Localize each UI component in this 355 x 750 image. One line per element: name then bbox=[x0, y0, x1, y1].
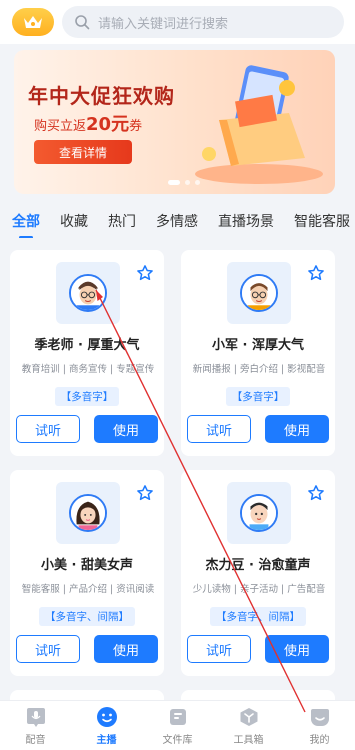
toolbox-icon bbox=[238, 706, 260, 728]
tab-smart-service[interactable]: 智能客服 bbox=[294, 211, 350, 231]
avatar bbox=[240, 274, 278, 312]
category-tabs: 全部 收藏 热门 多情感 直播场景 智能客服 bbox=[0, 204, 355, 238]
try-listen-button[interactable]: 试听 bbox=[16, 415, 80, 443]
use-button[interactable]: 使用 bbox=[265, 415, 329, 443]
banner-pagination bbox=[168, 180, 200, 185]
try-listen-button[interactable]: 试听 bbox=[187, 415, 251, 443]
tab-all[interactable]: 全部 bbox=[12, 211, 40, 231]
avatar bbox=[240, 494, 278, 532]
feature-badge: 【多音字】 bbox=[225, 387, 291, 406]
profile-icon bbox=[309, 706, 331, 728]
feature-badge: 【多音字、间隔】 bbox=[210, 607, 306, 626]
banner-sub-amount: 20元 bbox=[86, 114, 130, 135]
favorite-star-icon[interactable] bbox=[136, 264, 154, 282]
voice-name: 杰力豆 · 治愈童声 bbox=[205, 558, 311, 573]
voice-tags: 智能客服 | 产品介绍 | 资讯阅读 bbox=[21, 584, 155, 595]
tab-live[interactable]: 直播场景 bbox=[218, 211, 274, 231]
vip-crown-button[interactable] bbox=[12, 8, 54, 36]
favorite-star-icon[interactable] bbox=[307, 484, 325, 502]
avatar-frame bbox=[227, 482, 291, 544]
nav-label: 我的 bbox=[309, 734, 330, 746]
nav-label: 工具箱 bbox=[233, 734, 264, 746]
voice-card[interactable]: 季老师 · 厚重大气 教育培训 | 商务宣传 | 专题宣传 【多音字】 试听 使… bbox=[10, 250, 164, 456]
try-listen-button[interactable]: 试听 bbox=[16, 635, 80, 663]
use-button[interactable]: 使用 bbox=[94, 415, 158, 443]
microphone-icon bbox=[25, 706, 47, 728]
voice-name: 季老师 · 厚重大气 bbox=[34, 338, 140, 353]
feature-badge-wrap: 【多音字】 bbox=[181, 385, 335, 406]
tab-emotion[interactable]: 多情感 bbox=[156, 211, 198, 231]
favorite-star-icon[interactable] bbox=[307, 264, 325, 282]
male-glasses-avatar-icon bbox=[242, 276, 276, 310]
banner-detail-button[interactable]: 查看详情 bbox=[34, 140, 132, 164]
nav-label: 主播 bbox=[96, 734, 117, 746]
voice-card[interactable]: 小军 · 浑厚大气 新闻播报 | 旁白介绍 | 影视配音 【多音字】 试听 使用 bbox=[181, 250, 335, 456]
avatar-frame bbox=[227, 262, 291, 324]
voice-tags: 少儿读物 | 亲子活动 | 广告配音 bbox=[192, 584, 326, 595]
face-icon bbox=[96, 706, 118, 728]
promo-banner[interactable]: 年中大促狂欢购 购买立返20元券 查看详情 bbox=[14, 50, 335, 194]
female-avatar-icon bbox=[71, 496, 105, 530]
nav-dubbing[interactable]: 配音 bbox=[0, 701, 71, 750]
crown-icon bbox=[24, 16, 42, 28]
avatar bbox=[69, 494, 107, 532]
banner-subtitle: 购买立返20元券 bbox=[34, 110, 142, 136]
nav-label: 配音 bbox=[25, 734, 46, 746]
avatar-frame bbox=[56, 262, 120, 324]
pagination-dot[interactable] bbox=[195, 180, 200, 185]
voice-tags: 教育培训 | 商务宣传 | 专题宣传 bbox=[21, 364, 155, 375]
banner-title: 年中大促狂欢购 bbox=[28, 84, 175, 108]
pagination-dot[interactable] bbox=[168, 180, 180, 185]
pagination-dot[interactable] bbox=[185, 180, 190, 185]
voice-card[interactable]: 小美 · 甜美女声 智能客服 | 产品介绍 | 资讯阅读 【多音字、间隔】 试听… bbox=[10, 470, 164, 676]
search-icon bbox=[75, 15, 90, 30]
feature-badge: 【多音字、间隔】 bbox=[39, 607, 135, 626]
avatar bbox=[69, 274, 107, 312]
voice-tags: 新闻播报 | 旁白介绍 | 影视配音 bbox=[192, 364, 326, 375]
bottom-navigation: 配音 主播 文件库 工具箱 我的 bbox=[0, 700, 355, 750]
use-button[interactable]: 使用 bbox=[265, 635, 329, 663]
search-placeholder: 请输入关键词进行搜索 bbox=[98, 16, 229, 32]
use-button[interactable]: 使用 bbox=[94, 635, 158, 663]
feature-badge-wrap: 【多音字、间隔】 bbox=[181, 605, 335, 626]
nav-file-library[interactable]: 文件库 bbox=[142, 701, 213, 750]
header: 请输入关键词进行搜索 bbox=[0, 0, 355, 44]
feature-badge: 【多音字】 bbox=[54, 387, 120, 406]
nav-toolbox[interactable]: 工具箱 bbox=[213, 701, 284, 750]
child-avatar-icon bbox=[242, 496, 276, 530]
avatar-frame bbox=[56, 482, 120, 544]
voice-name: 小美 · 甜美女声 bbox=[41, 558, 133, 573]
try-listen-button[interactable]: 试听 bbox=[187, 635, 251, 663]
gift-box-illustration bbox=[195, 65, 323, 184]
search-input[interactable]: 请输入关键词进行搜索 bbox=[62, 6, 344, 38]
tab-favorites[interactable]: 收藏 bbox=[60, 211, 88, 231]
nav-profile[interactable]: 我的 bbox=[284, 701, 355, 750]
feature-badge-wrap: 【多音字】 bbox=[10, 385, 164, 406]
nav-label: 文件库 bbox=[162, 734, 193, 746]
feature-badge-wrap: 【多音字、间隔】 bbox=[10, 605, 164, 626]
tab-hot[interactable]: 热门 bbox=[108, 211, 136, 231]
voice-name: 小军 · 浑厚大气 bbox=[212, 338, 304, 353]
favorite-star-icon[interactable] bbox=[136, 484, 154, 502]
male-glasses-avatar-icon bbox=[71, 276, 105, 310]
banner-sub-suffix: 券 bbox=[129, 119, 143, 134]
voice-card[interactable]: 杰力豆 · 治愈童声 少儿读物 | 亲子活动 | 广告配音 【多音字、间隔】 试… bbox=[181, 470, 335, 676]
nav-anchor[interactable]: 主播 bbox=[71, 701, 142, 750]
banner-sub-prefix: 购买立返 bbox=[34, 119, 87, 134]
file-icon bbox=[167, 706, 189, 728]
